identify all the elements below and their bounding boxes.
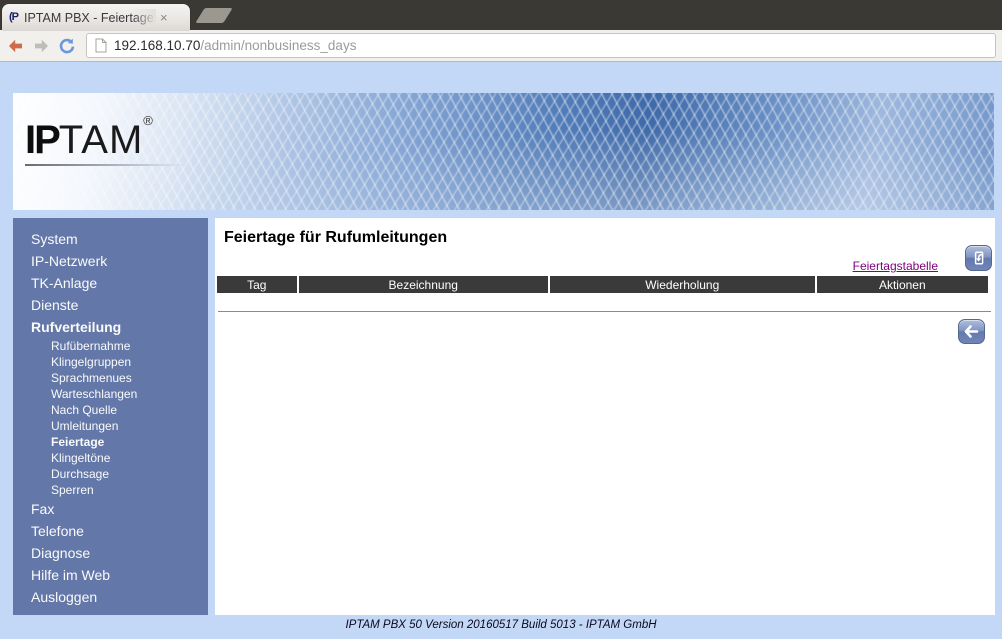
logo-underline <box>25 164 185 166</box>
column-header-aktionen: Aktionen <box>816 276 988 293</box>
column-header-bezeichnung: Bezeichnung <box>298 276 548 293</box>
tab-title: IPTAM PBX - Feiertage <box>24 11 154 25</box>
column-header-tag: Tag <box>217 276 297 293</box>
sidebar-item-diagnose[interactable]: Diagnose <box>13 542 208 564</box>
left-arrow-icon <box>964 325 979 338</box>
sidebar: System IP-Netzwerk TK-Anlage Dienste Ruf… <box>13 218 208 615</box>
back-button[interactable] <box>958 319 985 344</box>
page: IPTAM® System IP-Netzwerk TK-Anlage Dien… <box>0 62 1002 639</box>
sidebar-item-tk-anlage[interactable]: TK-Anlage <box>13 272 208 294</box>
sidebar-subitem-nach-quelle[interactable]: Nach Quelle <box>13 402 208 418</box>
iptam-logo: IPTAM® <box>25 98 185 166</box>
page-doc-icon <box>95 38 107 53</box>
sidebar-item-ip-netzwerk[interactable]: IP-Netzwerk <box>13 250 208 272</box>
logo-text: IPTAM® <box>25 98 185 163</box>
column-header-wiederholung: Wiederholung <box>549 276 815 293</box>
header-banner: IPTAM® <box>13 93 994 210</box>
tab-close-icon[interactable]: × <box>160 11 168 24</box>
favicon-icon: (P <box>9 11 19 23</box>
sidebar-subitem-klingelgruppen[interactable]: Klingelgruppen <box>13 354 208 370</box>
sidebar-submenu-rufverteilung: Rufübernahme Klingelgruppen Sprachmenues… <box>13 338 208 498</box>
content-header: Feiertage für Rufumleitungen Feiertagsta… <box>215 218 995 276</box>
reload-icon[interactable] <box>54 33 80 59</box>
sidebar-subitem-sprachmenues[interactable]: Sprachmenues <box>13 370 208 386</box>
holidays-table: Tag Bezeichnung Wiederholung Aktionen <box>215 276 990 293</box>
sidebar-item-system[interactable]: System <box>13 228 208 250</box>
sidebar-subitem-klingeltoene[interactable]: Klingeltöne <box>13 450 208 466</box>
url-host: 192.168.10.70 <box>114 38 201 53</box>
table-header-row: Tag Bezeichnung Wiederholung Aktionen <box>217 276 988 293</box>
sidebar-subitem-feiertage[interactable]: Feiertage <box>13 434 208 450</box>
footer-version-text: IPTAM PBX 50 Version 20160517 Build 5013… <box>345 619 657 631</box>
divider <box>218 311 991 312</box>
new-tab-button[interactable] <box>195 8 233 23</box>
sidebar-subitem-rufuebernahme[interactable]: Rufübernahme <box>13 338 208 354</box>
sidebar-subitem-durchsage[interactable]: Durchsage <box>13 466 208 482</box>
logo-tam: TAM <box>58 118 144 162</box>
back-nav-icon[interactable] <box>2 33 28 59</box>
sidebar-subitem-warteschlangen[interactable]: Warteschlangen <box>13 386 208 402</box>
sidebar-item-fax[interactable]: Fax <box>13 498 208 520</box>
feiertagstabelle-link[interactable]: Feiertagstabelle <box>853 259 938 273</box>
sidebar-item-hilfe-im-web[interactable]: Hilfe im Web <box>13 564 208 586</box>
url-path: /admin/nonbusiness_days <box>200 38 357 53</box>
arrow-into-document-icon <box>971 250 987 266</box>
browser-toolbar: 192.168.10.70/admin/nonbusiness_days <box>0 30 1002 62</box>
sidebar-item-ausloggen[interactable]: Ausloggen <box>13 586 208 608</box>
browser-chrome: (P IPTAM PBX - Feiertage × 192.168.10.70… <box>0 0 1002 62</box>
feiertagstabelle-button[interactable] <box>965 245 992 271</box>
sidebar-item-dienste[interactable]: Dienste <box>13 294 208 316</box>
sidebar-subitem-sperren[interactable]: Sperren <box>13 482 208 498</box>
browser-tab[interactable]: (P IPTAM PBX - Feiertage × <box>2 4 190 30</box>
logo-ip: IP <box>25 118 61 162</box>
tab-title-wrap: IPTAM PBX - Feiertage <box>24 9 156 25</box>
registered-mark: ® <box>143 113 153 128</box>
url-bar[interactable]: 192.168.10.70/admin/nonbusiness_days <box>86 33 996 58</box>
sidebar-item-telefone[interactable]: Telefone <box>13 520 208 542</box>
page-title: Feiertage für Rufumleitungen <box>224 229 448 246</box>
main-content: Feiertage für Rufumleitungen Feiertagsta… <box>215 218 995 615</box>
sidebar-subitem-umleitungen[interactable]: Umleitungen <box>13 418 208 434</box>
forward-nav-icon[interactable] <box>28 33 54 59</box>
sidebar-item-rufverteilung[interactable]: Rufverteilung <box>13 316 208 338</box>
tab-strip: (P IPTAM PBX - Feiertage × <box>0 0 1002 30</box>
